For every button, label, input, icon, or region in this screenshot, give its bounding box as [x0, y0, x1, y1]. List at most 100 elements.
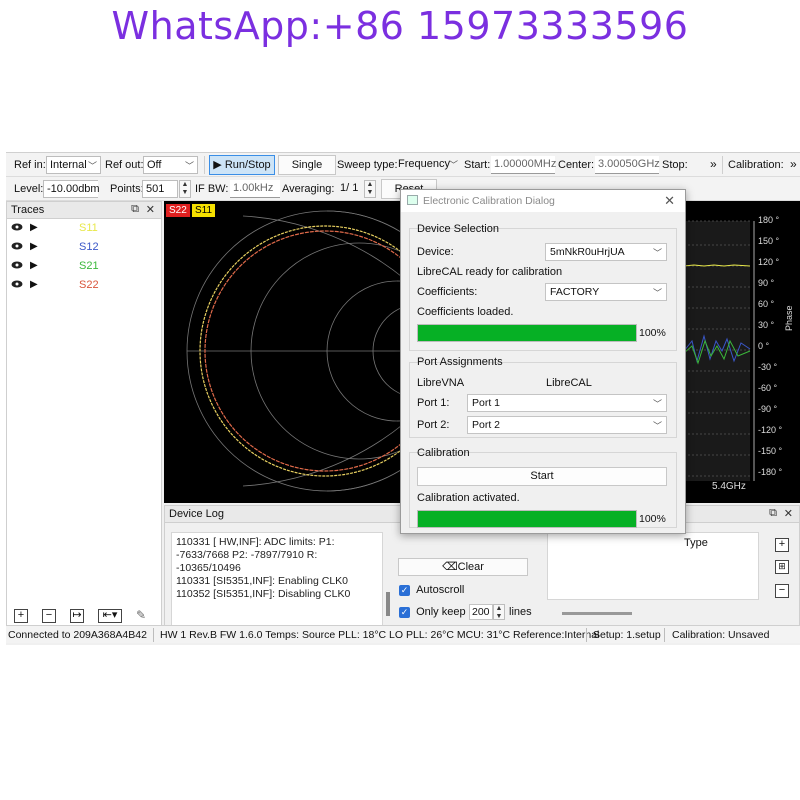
points-spinbox[interactable]: 501: [142, 180, 178, 198]
ifbw-field[interactable]: 1.00kHz: [230, 180, 280, 198]
clear-log-button[interactable]: ⌫Clear: [398, 558, 528, 576]
autoscroll-checkbox[interactable]: ✓ Autoscroll: [399, 584, 464, 596]
app-icon: [407, 195, 418, 205]
status-bar: Connected to 209A368A4B42 HW 1 Rev.B FW …: [6, 625, 800, 643]
clear-label: Clear: [457, 561, 484, 573]
add-trace-icon[interactable]: +: [14, 609, 28, 623]
calibration-status: Calibration: Unsaved: [672, 629, 770, 641]
trace-row[interactable]: ▶ S21: [7, 257, 161, 276]
port2-label: Port 2:: [417, 419, 450, 431]
phase-tick-label: -150 °: [758, 446, 783, 456]
traces-dock: Traces ⧉ ✕ ▶ S11 ▶ S12 ▶ S21 ▶ S22: [6, 201, 162, 631]
keep-lines-spinbox[interactable]: 200: [469, 604, 493, 620]
horizontal-scrollbar[interactable]: [562, 612, 632, 615]
status-divider: [586, 628, 587, 642]
log-line: 110331 [SI5351,INF]: Enabling CLK0: [176, 575, 349, 587]
port2-value: Port 2: [472, 419, 501, 431]
toolbar-overflow-button-2[interactable]: »: [790, 157, 797, 171]
close-icon[interactable]: ✕: [784, 507, 793, 520]
ref-in-value: Internal: [50, 159, 87, 171]
edit-pencil-icon[interactable]: ✎: [136, 608, 146, 622]
device-log-text[interactable]: 110331 [ HW,INF]: ADC limits: P1: -7633/7…: [171, 532, 383, 628]
run-stop-button[interactable]: ▶ Run/Stop: [209, 155, 275, 175]
export-trace-icon[interactable]: ↦: [70, 609, 84, 623]
dialog-title-bar: Electronic Calibration Dialog ✕: [401, 190, 685, 212]
sweep-type-select[interactable]: Frequency ﹀: [395, 156, 461, 174]
start-frequency-field[interactable]: 1.00000MHz: [491, 156, 556, 174]
center-label: Center:: [558, 159, 595, 171]
coefficients-progress-bar: [417, 324, 637, 342]
play-icon[interactable]: ▶: [30, 279, 38, 290]
level-spinbox[interactable]: -10.00dbm: [43, 180, 100, 198]
calibration-activated-text: Calibration activated.: [417, 492, 520, 504]
device-select[interactable]: 5mNkR0uHrjUA ﹀: [545, 243, 667, 261]
eye-icon[interactable]: [11, 241, 23, 254]
points-spin-arrows[interactable]: ▲ ▼: [179, 180, 191, 198]
status-divider: [664, 628, 665, 642]
averaging-spin-arrows[interactable]: ▲ ▼: [364, 180, 376, 198]
eye-icon[interactable]: [11, 260, 23, 273]
lines-label: lines: [509, 606, 532, 618]
close-icon[interactable]: ✕: [664, 193, 675, 209]
only-keep-checkbox[interactable]: ✓ Only keep: [399, 606, 466, 618]
sweep-type-label: Sweep type:: [337, 159, 398, 171]
coefficients-value: FACTORY: [550, 286, 600, 298]
phase-tick-label: 90 °: [758, 278, 775, 288]
setup-status: Setup: 1.setup: [593, 629, 661, 641]
phase-tick-label: -90 °: [758, 404, 778, 414]
points-label: Points:: [110, 183, 144, 195]
coefficients-loaded-text: Coefficients loaded.: [417, 306, 514, 318]
play-icon[interactable]: ▶: [30, 241, 38, 252]
calibration-progress-bar: [417, 510, 637, 528]
checkbox-checked-icon: ✓: [399, 607, 410, 618]
ref-out-select[interactable]: Off ﹀: [143, 156, 198, 174]
chevron-down-icon: ﹀: [652, 288, 662, 298]
averaging-value[interactable]: 1/ 1: [340, 180, 364, 198]
port2-select[interactable]: Port 2 ﹀: [467, 416, 667, 434]
traces-toolbar: + − ↦ ⇤▾ ✎: [6, 605, 162, 625]
start-calibration-button[interactable]: Start: [417, 467, 667, 486]
phase-tick-label: 30 °: [758, 320, 775, 330]
center-frequency-field[interactable]: 3.00050GHz: [595, 156, 660, 174]
chevron-down-icon: ﹀: [184, 161, 194, 171]
device-label: Device:: [417, 246, 454, 258]
ifbw-label: IF BW:: [195, 183, 229, 195]
phase-tick-label: 150 °: [758, 236, 780, 246]
remove-filter-icon[interactable]: −: [775, 584, 789, 598]
log-scrollbar[interactable]: [385, 532, 391, 628]
play-icon[interactable]: ▶: [30, 260, 38, 271]
filter-grid-icon[interactable]: ⊞: [775, 560, 789, 574]
phase-tick-label: -60 °: [758, 383, 778, 393]
chevron-down-icon: ﹀: [652, 421, 662, 431]
add-filter-icon[interactable]: +: [775, 538, 789, 552]
librecal-column-header: LibreCAL: [546, 377, 592, 389]
keep-lines-spin-arrows[interactable]: ▲ ▼: [493, 604, 505, 620]
play-icon[interactable]: ▶: [30, 222, 38, 233]
single-button[interactable]: Single: [278, 155, 336, 175]
close-icon[interactable]: ✕: [146, 203, 155, 216]
status-divider: [153, 628, 154, 642]
eye-icon[interactable]: [11, 222, 23, 235]
port1-select[interactable]: Port 1 ﹀: [467, 394, 667, 412]
remove-trace-icon[interactable]: −: [42, 609, 56, 623]
hardware-status: HW 1 Rev.B FW 1.6.0 Temps: Source PLL: 1…: [160, 629, 600, 641]
device-log-title: Device Log: [169, 508, 225, 520]
toolbar-row-1: Ref in: Internal ﹀ Ref out: Off ﹀ ▶ Run/St…: [6, 153, 800, 177]
trace-row[interactable]: ▶ S11: [7, 219, 161, 238]
chevron-down-icon: ﹀: [87, 161, 97, 171]
toolbar-overflow-button[interactable]: »: [710, 157, 717, 171]
clear-icon: ⌫: [442, 561, 458, 573]
trace-row[interactable]: ▶ S12: [7, 238, 161, 257]
ref-in-select[interactable]: Internal ﹀: [46, 156, 101, 174]
toolbar-divider: [204, 156, 205, 174]
log-line: -10365/10496: [176, 562, 241, 574]
undock-icon[interactable]: ⧉: [131, 203, 139, 216]
coefficients-select[interactable]: FACTORY ﹀: [545, 283, 667, 301]
port1-value: Port 1: [472, 397, 501, 409]
undock-icon[interactable]: ⧉: [769, 507, 777, 520]
trace-row[interactable]: ▶ S22: [7, 276, 161, 295]
eye-icon[interactable]: [11, 279, 23, 292]
import-trace-dropdown-icon[interactable]: ⇤▾: [98, 609, 122, 623]
log-filter-list[interactable]: Type: [547, 532, 759, 615]
trace-name: S12: [79, 241, 99, 253]
